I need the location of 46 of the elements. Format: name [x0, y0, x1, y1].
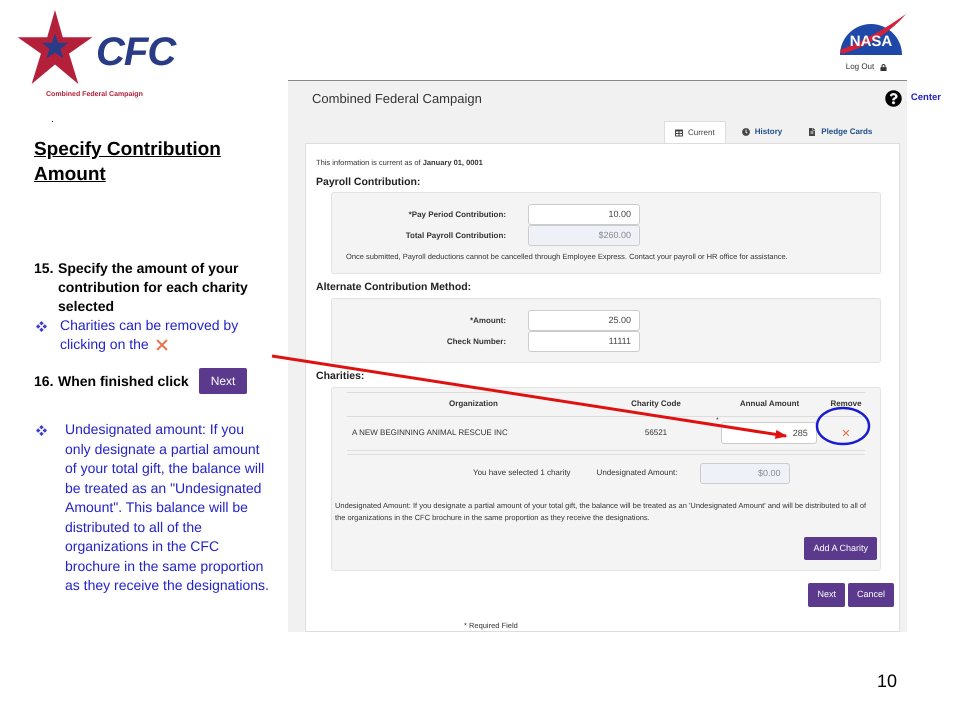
next-button[interactable]: Next: [808, 583, 845, 607]
remove-icon[interactable]: [154, 338, 169, 352]
input-field[interactable]: 25.00: [528, 310, 640, 331]
help-link[interactable]: Center: [910, 91, 941, 106]
dot-mark: .: [51, 115, 55, 125]
field-label: Total Payroll Contribution:: [404, 230, 506, 242]
lock-icon: [880, 64, 888, 70]
section-heading: Alternate Contribution Method:: [316, 280, 472, 296]
charity-code-cell: 56521: [644, 427, 668, 440]
field-label: Check Number:: [446, 336, 506, 348]
field-label: *Pay Period Contribution:: [408, 208, 506, 221]
column-header: Organization: [449, 398, 498, 410]
column-header: Annual Amount: [740, 398, 800, 410]
selected-count: You have selected 1 charity: [473, 467, 571, 480]
file-icon: [808, 128, 816, 136]
tab[interactable]: Current: [664, 121, 726, 144]
help-icon[interactable]: [884, 90, 902, 107]
column-header: Charity Code: [631, 398, 681, 410]
highlight-ellipse: [816, 406, 870, 446]
tab[interactable]: Pledge Cards: [798, 121, 882, 144]
bullet-text: Charities can be removed by clicking on the: [60, 316, 240, 354]
column-header: Remove: [830, 398, 862, 410]
undesignated-label: Undesignated Amount:: [596, 467, 678, 480]
cancel-button[interactable]: Cancel: [848, 583, 894, 607]
add-charity-button[interactable]: Add A Charity: [804, 536, 877, 560]
table-icon: [675, 128, 683, 137]
organization-cell-text: A NEW BEGINNING ANIMAL RESCUE INC: [351, 427, 509, 440]
page-number: 10: [876, 670, 897, 693]
input-field[interactable]: 10.00: [528, 204, 640, 226]
step-number: 15.: [34, 259, 54, 278]
bullet-icon: [36, 425, 47, 436]
remove-icon[interactable]: [842, 429, 850, 438]
tab[interactable]: History: [732, 121, 792, 144]
field-label: *Amount:: [469, 314, 506, 326]
bullet-icon: [36, 321, 47, 332]
input-field[interactable]: 11111: [528, 331, 640, 352]
step-text: When finished click: [58, 372, 189, 390]
next-button[interactable]: Next: [198, 368, 248, 394]
section-heading: Charities:: [316, 369, 366, 384]
app-title: Combined Federal Campaign: [312, 90, 482, 108]
step-text: Specify the amount of your contribution for each charity selected: [58, 259, 249, 316]
slide-title: Specify Contribution Amount: [34, 138, 222, 187]
bullet-text: Undesignated amount: If you only designate a partial amount of your total gift, the balance will be treated as an "Undesignated Amount". This balance will be distributed to all of the organizations in the CFC brochure in the same proportion as they receive the designations.: [65, 420, 270, 595]
clock-icon: [742, 128, 750, 136]
step-number: 16.: [34, 372, 54, 390]
section-heading: Payroll Contribution:: [316, 174, 422, 190]
